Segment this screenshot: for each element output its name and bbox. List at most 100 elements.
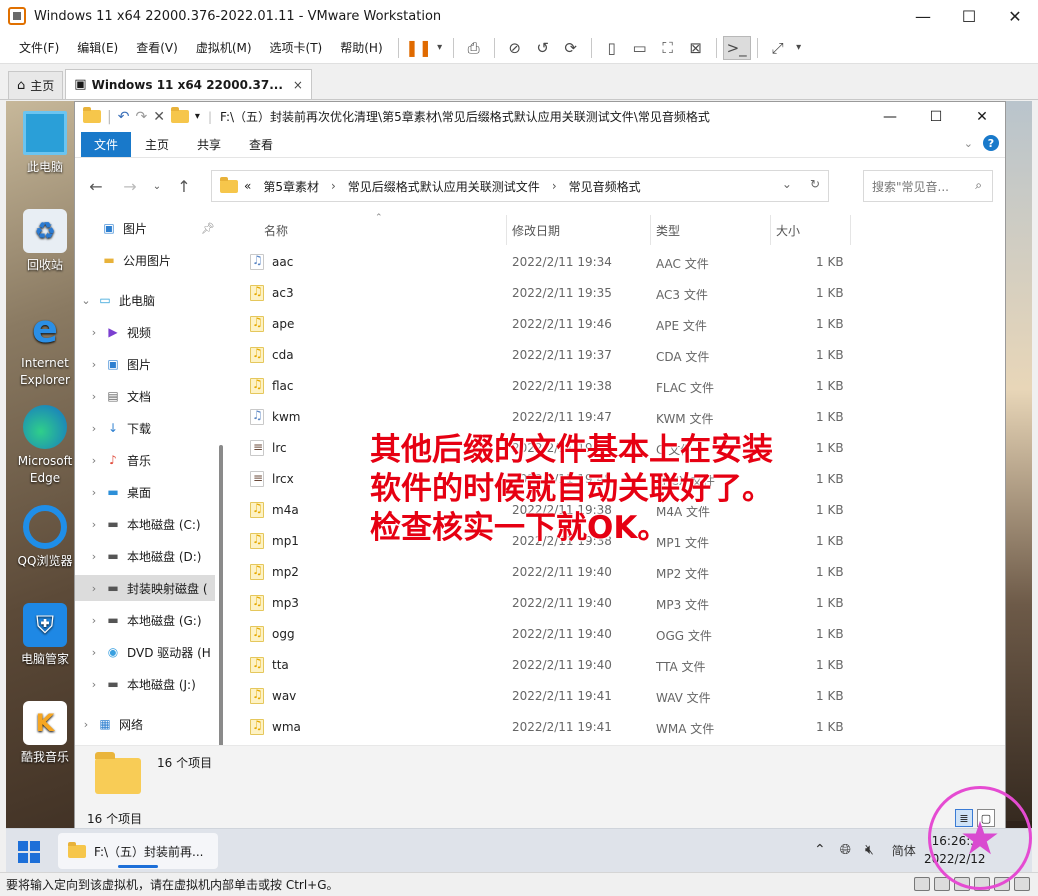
nav-item[interactable]: › ♪ 音乐 <box>75 447 151 473</box>
address-bar[interactable]: « 第5章素材 › 常见后缀格式默认应用关联测试文件 › 常见音频格式 ⌄ ↻ <box>211 170 829 202</box>
column-header-name[interactable]: 名称 <box>264 215 288 245</box>
breadcrumb-overflow[interactable]: « <box>244 179 251 193</box>
search-input[interactable]: 搜索"常见音... ⌕ <box>863 170 993 202</box>
file-row[interactable]: ac3 2022/2/11 19:35 AC3 文件 1 KB <box>230 278 1005 309</box>
chevron-right-icon[interactable]: › <box>87 614 101 627</box>
stretch-dropdown-icon[interactable]: ▾ <box>792 36 806 60</box>
nav-item[interactable]: › ◉ DVD 驱动器 (H <box>75 639 211 665</box>
menu-help[interactable]: 帮助(H) <box>331 39 391 56</box>
up-icon[interactable]: ↑ <box>167 177 201 196</box>
breadcrumb-item[interactable]: 第5章素材 <box>263 178 319 195</box>
tab-vm[interactable]: ▣ Windows 11 x64 22000.37... × <box>65 69 312 99</box>
ime-indicator[interactable]: 简体 <box>892 842 916 859</box>
column-divider[interactable] <box>650 215 651 245</box>
taskbar-explorer-button[interactable]: F:\（五）封装前再... <box>58 833 218 869</box>
chevron-right-icon[interactable]: › <box>79 718 93 731</box>
chevron-right-icon[interactable]: › <box>87 454 101 467</box>
chevron-right-icon[interactable]: › <box>87 582 101 595</box>
file-row[interactable]: wav 2022/2/11 19:41 WAV 文件 1 KB <box>230 681 1005 712</box>
unity-icon[interactable]: ⊠ <box>682 36 710 60</box>
nav-item[interactable]: › ▬ 本地磁盘 (C:) <box>75 511 201 537</box>
qat-dropdown-icon[interactable]: ▾ <box>195 111 200 122</box>
breadcrumb-item[interactable]: 常见后缀格式默认应用关联测试文件 <box>348 178 540 195</box>
desktop-icon-ie[interactable]: e Internet Explorer <box>6 307 84 389</box>
menu-tabs[interactable]: 选项卡(T) <box>261 39 332 56</box>
pause-icon[interactable]: ❚❚ <box>405 36 433 60</box>
chevron-right-icon[interactable]: › <box>87 390 101 403</box>
snapshot-off-icon[interactable]: ⊘ <box>501 36 529 60</box>
file-row[interactable]: wma 2022/2/11 19:41 WMA 文件 1 KB <box>230 712 1005 743</box>
ribbon-expand-icon[interactable]: ⌄ <box>964 137 973 150</box>
breadcrumb-item[interactable]: 常见音频格式 <box>569 178 641 195</box>
menu-edit[interactable]: 编辑(E) <box>68 39 127 56</box>
delete-icon[interactable]: ✕ <box>153 109 165 125</box>
chevron-right-icon[interactable]: › <box>87 678 101 691</box>
desktop-icon-this-pc[interactable]: 此电脑 <box>6 111 84 176</box>
redo-icon[interactable]: ↷ <box>135 109 147 125</box>
desktop-icon-recycle-bin[interactable]: ♻ 回收站 <box>6 209 84 274</box>
ribbon-tab-view[interactable]: 查看 <box>235 132 287 157</box>
start-icon[interactable] <box>18 841 40 863</box>
file-row[interactable]: tta 2022/2/11 19:40 TTA 文件 1 KB <box>230 650 1005 681</box>
chevron-right-icon[interactable]: › <box>87 646 101 659</box>
back-icon[interactable]: ← <box>79 177 113 196</box>
help-icon[interactable]: ? <box>983 135 999 151</box>
file-row[interactable]: cda 2022/2/11 19:37 CDA 文件 1 KB <box>230 340 1005 371</box>
ribbon-tab-file[interactable]: 文件 <box>81 132 132 157</box>
menu-vm[interactable]: 虚拟机(M) <box>187 39 261 56</box>
maximize-button[interactable]: ☐ <box>946 0 992 32</box>
column-header-date[interactable]: 修改日期 <box>512 215 560 245</box>
stretch-icon[interactable]: ⤢ <box>764 36 792 60</box>
column-header-type[interactable]: 类型 <box>656 215 680 245</box>
nav-item[interactable]: › ▬ 桌面 <box>75 479 151 505</box>
tab-home[interactable]: ⌂ 主页 <box>8 71 64 99</box>
chevron-up-icon[interactable]: ⌃ <box>814 842 826 859</box>
nav-item[interactable]: › ▶ 视频 <box>75 319 151 345</box>
close-button[interactable]: ✕ <box>992 0 1038 32</box>
minimize-button[interactable]: — <box>900 0 946 32</box>
column-divider[interactable] <box>850 215 851 245</box>
chevron-right-icon[interactable]: › <box>87 358 101 371</box>
forward-icon[interactable]: → <box>113 177 147 196</box>
nav-item[interactable]: › ▦ 网络 <box>75 711 143 737</box>
fullscreen-icon[interactable]: ⛶ <box>654 36 682 60</box>
file-row[interactable]: kwm 2022/2/11 19:47 KWM 文件 1 KB <box>230 402 1005 433</box>
recent-dropdown-icon[interactable]: ⌄ <box>147 181 167 192</box>
network-globe-icon[interactable]: 🌐︎ <box>840 842 851 859</box>
desktop-icon-qq-browser[interactable]: QQ浏览器 <box>6 505 84 570</box>
column-divider[interactable] <box>506 215 507 245</box>
nav-item[interactable]: › ▬ 本地磁盘 (J:) <box>75 671 196 697</box>
console-view-icon[interactable]: >_ <box>722 35 751 60</box>
chevron-right-icon[interactable]: › <box>87 518 101 531</box>
file-row[interactable]: aac 2022/2/11 19:34 AAC 文件 1 KB <box>230 247 1005 278</box>
new-folder-icon[interactable] <box>170 107 189 123</box>
file-row[interactable]: mp3 2022/2/11 19:40 MP3 文件 1 KB <box>230 588 1005 619</box>
display-device-icon[interactable] <box>1014 877 1030 891</box>
snapshot-manager-icon[interactable]: ⟳ <box>557 36 585 60</box>
explorer-maximize-button[interactable]: ☐ <box>913 102 959 132</box>
explorer-close-button[interactable]: ✕ <box>959 102 1005 132</box>
ribbon-tab-home[interactable]: 主页 <box>131 132 183 157</box>
refresh-icon[interactable]: ↻ <box>810 177 820 191</box>
file-row[interactable]: mp2 2022/2/11 19:40 MP2 文件 1 KB <box>230 557 1005 588</box>
address-dropdown-icon[interactable]: ⌄ <box>782 177 792 191</box>
send-keys-icon[interactable]: ⎙ <box>460 36 488 60</box>
chevron-right-icon[interactable]: › <box>87 486 101 499</box>
tab-close-icon[interactable]: × <box>293 78 303 92</box>
nav-item[interactable]: › ▬ 本地磁盘 (D:) <box>75 543 202 569</box>
nav-item[interactable]: › ▬ 本地磁盘 (G:) <box>75 607 202 633</box>
chevron-right-icon[interactable]: › <box>87 422 101 435</box>
sidebar-view-icon[interactable]: ▯ <box>598 36 626 60</box>
undo-icon[interactable]: ↶ <box>118 109 130 125</box>
revert-snapshot-icon[interactable]: ↺ <box>529 36 557 60</box>
navigation-pane[interactable]: ▣ 图片 📌︎ ▬ 公用图片 ⌄ ▭ 此电脑 › ▶ 视频 › ▣ 图片 › ▤ 文档 › ↓ 下载 › ♪ 音乐 › ▬ 桌面 ›… <box>75 215 225 745</box>
nav-item[interactable]: ▣ 图片 📌︎ <box>75 215 215 241</box>
pause-dropdown-icon[interactable]: ▾ <box>433 36 447 60</box>
volume-mute-icon[interactable]: 🔇︎ <box>865 842 874 859</box>
ribbon-tab-share[interactable]: 共享 <box>183 132 235 157</box>
column-divider[interactable] <box>770 215 771 245</box>
guest-desktop[interactable]: 此电脑 ♻ 回收站 e Internet Explorer Microsoft … <box>6 101 1032 872</box>
column-header-size[interactable]: 大小 <box>776 215 800 245</box>
chevron-right-icon[interactable]: › <box>87 550 101 563</box>
desktop-icon-kuwo[interactable]: K 酷我音乐 <box>6 701 84 766</box>
